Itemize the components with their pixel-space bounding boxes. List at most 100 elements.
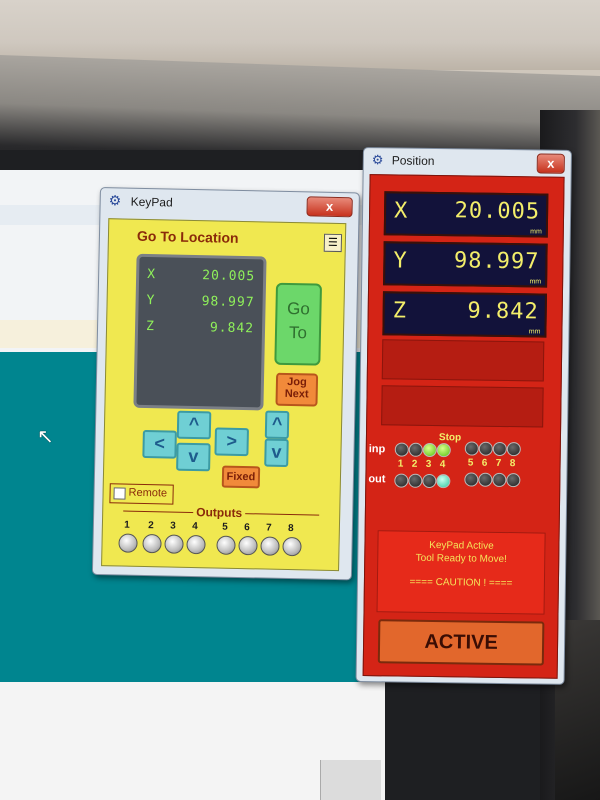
position-titlebar[interactable]: ⚙ Position x	[364, 148, 571, 175]
output-toggle-1[interactable]	[118, 533, 138, 553]
axis-label: X	[393, 198, 408, 224]
empty-readout-slot	[381, 385, 544, 428]
output-number: 1	[124, 519, 130, 531]
input-led-8	[506, 442, 521, 457]
fixed-button[interactable]: Fixed	[221, 465, 261, 489]
axis-label: X	[147, 267, 156, 283]
output-led-3	[422, 473, 437, 489]
io-number: 8	[509, 458, 516, 470]
out-label: out	[368, 473, 386, 486]
output-number: 3	[170, 520, 176, 532]
axis-value: 9.842	[467, 298, 539, 325]
background-scrollbar[interactable]	[320, 760, 381, 800]
io-number: 7	[495, 457, 502, 469]
axis-value: 9.842	[209, 320, 255, 337]
input-led-7	[492, 441, 507, 457]
unit-label: mm	[529, 278, 542, 286]
io-number: 3	[425, 458, 432, 470]
output-led-1	[394, 473, 409, 488]
output-led-6	[478, 472, 493, 487]
output-toggle-3[interactable]	[164, 534, 184, 554]
keypad-title: KeyPad	[130, 194, 173, 210]
output-toggle-6[interactable]	[238, 535, 258, 556]
position-panel: X 20.005 mm Y 98.997 mm Z 9.842 mm Stop …	[362, 174, 565, 679]
keypad-window: ⚙ KeyPad x Go To Location ☰ X 20.005 Y 9…	[91, 187, 360, 581]
inp-label: inp	[368, 443, 386, 456]
position-readout-x: X 20.005 mm	[383, 191, 549, 238]
input-led-4	[436, 443, 451, 458]
axis-label: Y	[146, 293, 155, 309]
jog-z-down-button[interactable]: v	[264, 438, 289, 468]
jog-next-button[interactable]: Jog Next	[275, 372, 319, 407]
output-toggle-7[interactable]	[260, 536, 280, 556]
position-window: ⚙ Position x X 20.005 mm Y 98.997 mm Z 9…	[355, 147, 572, 685]
axis-label: Z	[392, 298, 407, 324]
jog-next-label-line1: Jog	[287, 375, 307, 389]
outputs-label: Outputs	[193, 505, 246, 521]
axis-value: 20.005	[202, 268, 256, 285]
axis-value: 98.997	[453, 248, 540, 275]
output-toggle-4[interactable]	[186, 534, 206, 555]
output-led-7	[492, 472, 507, 488]
output-number: 2	[148, 520, 154, 532]
jog-next-label-line2: Next	[284, 387, 309, 401]
position-readout-y: Y 98.997 mm	[383, 241, 548, 288]
io-number: 1	[397, 458, 404, 470]
input-led-5	[464, 441, 479, 456]
app-icon: ⚙	[371, 152, 384, 168]
io-number: 6	[481, 457, 488, 469]
output-toggle-2[interactable]	[142, 533, 162, 554]
output-led-2	[408, 473, 423, 488]
remote-checkbox[interactable]: Remote	[109, 483, 174, 505]
axis-value: 20.005	[454, 198, 541, 225]
jog-x-minus-button[interactable]: <	[142, 429, 177, 459]
go-to-button[interactable]: Go To	[274, 282, 323, 366]
notes-icon[interactable]: ☰	[323, 233, 343, 253]
output-toggle-5[interactable]	[216, 535, 236, 555]
caution-line: ==== CAUTION ! ====	[409, 576, 513, 590]
checkbox-icon[interactable]	[113, 487, 126, 500]
io-number: 4	[439, 459, 446, 471]
empty-readout-slot	[381, 339, 545, 382]
go-to-label-line1: Go	[286, 298, 311, 319]
position-readout-z: Z 9.842 mm	[382, 291, 547, 338]
jog-z-up-button[interactable]: ^	[264, 410, 290, 440]
output-number: 6	[244, 522, 250, 534]
axis-label: Y	[393, 248, 407, 274]
axis-value: 98.997	[201, 294, 255, 311]
io-number: 2	[411, 458, 418, 470]
display-row-x: X 20.005	[147, 267, 255, 284]
jog-y-plus-button[interactable]: ^	[176, 410, 212, 440]
input-led-2	[408, 442, 423, 457]
keypad-close-button[interactable]: x	[306, 196, 353, 218]
keypad-location-display: X 20.005 Y 98.997 Z 9.842	[133, 253, 267, 411]
input-led-3	[422, 442, 437, 458]
axis-label: Z	[145, 318, 155, 335]
go-to-label-line2: To	[288, 322, 308, 343]
mouse-cursor-icon: ↖	[37, 426, 54, 448]
jog-x-plus-button[interactable]: >	[214, 427, 249, 457]
status-line-1: KeyPad Active	[429, 539, 494, 552]
output-toggle-8[interactable]	[282, 536, 302, 557]
keypad-heading: Go To Location	[136, 227, 239, 246]
unit-label: mm	[530, 228, 542, 236]
output-number: 7	[265, 522, 272, 534]
position-close-button[interactable]: x	[536, 153, 565, 174]
input-led-1	[394, 442, 409, 457]
keypad-panel: Go To Location ☰ X 20.005 Y 98.997 Z 9.8…	[101, 218, 347, 572]
display-row-z: Z 9.842	[146, 319, 254, 336]
display-row-y: Y 98.997	[146, 293, 254, 310]
status-line-2: Tool Ready to Move!	[415, 552, 507, 566]
output-led-4	[436, 474, 451, 489]
active-button[interactable]: ACTIVE	[377, 619, 545, 666]
jog-y-minus-button[interactable]: v	[176, 442, 211, 472]
input-led-6	[478, 441, 493, 456]
remote-label: Remote	[128, 486, 168, 500]
output-number: 8	[287, 523, 294, 535]
output-led-5	[464, 472, 479, 487]
output-number: 5	[222, 521, 228, 533]
output-led-8	[506, 473, 521, 488]
keypad-titlebar[interactable]: ⚙ KeyPad x	[100, 188, 358, 219]
output-number: 4	[192, 521, 198, 533]
status-message-box: KeyPad Active Tool Ready to Move! ==== C…	[376, 530, 546, 615]
